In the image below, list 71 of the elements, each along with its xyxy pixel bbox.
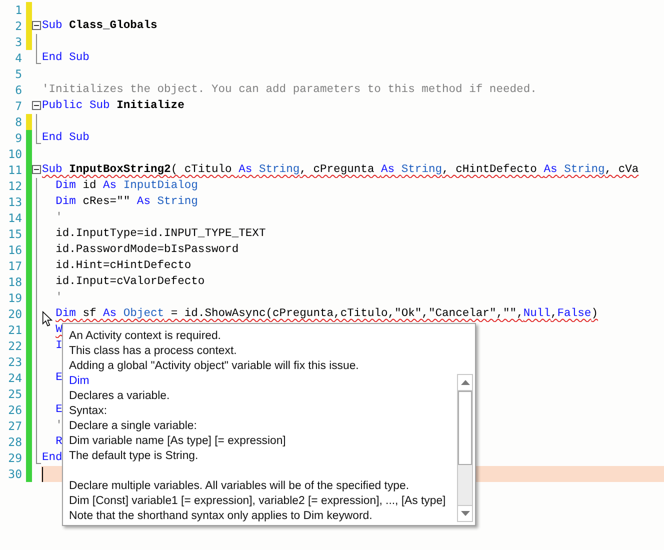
code-line: id.InputType=id.INPUT_TYPE_TEXT (56, 226, 266, 242)
line-number: 7 (14, 98, 22, 114)
code-line: R (56, 435, 62, 450)
tooltip-keyword: Dim (69, 374, 90, 389)
line-number: 14 (7, 210, 22, 226)
line-number: 8 (14, 114, 22, 130)
line-number: 26 (7, 402, 22, 418)
tooltip-text: This class has a process context. (69, 344, 237, 359)
line-number: 5 (14, 66, 22, 82)
code-line: ' (56, 210, 62, 226)
code-line: id.Input=cValorDefecto (56, 274, 205, 290)
line-number: 10 (7, 146, 22, 162)
line-number: 6 (14, 82, 22, 98)
line-number: 21 (7, 322, 22, 338)
tooltip-text: Dim variable name [As type] [= expression] (69, 434, 286, 449)
code-line: id.PasswordMode=bIsPassword (56, 242, 239, 258)
code-line: W (56, 323, 62, 338)
line-number: 23 (7, 354, 22, 370)
line-number: 19 (7, 290, 22, 306)
code-line: 'Initializes the object. You can add parameters to this method if needed. (42, 82, 537, 98)
pointer-icon (42, 311, 52, 327)
line-number: 1 (14, 2, 22, 18)
line-number: 24 (7, 370, 22, 386)
line-number: 3 (14, 34, 22, 50)
code-line: E (56, 403, 62, 418)
collapse-icon[interactable] (32, 165, 41, 174)
tooltip-text: The default type is String. (69, 449, 198, 464)
code-line: End Sub (42, 50, 90, 66)
line-number: 30 (7, 466, 22, 482)
code-line: I (56, 339, 62, 354)
scrollbar[interactable] (457, 374, 473, 522)
tooltip-text: Note that the shorthand syntax only applies to Dim keyword. (69, 509, 372, 524)
line-number: 4 (14, 50, 22, 66)
line-number: 25 (7, 386, 22, 402)
code-line: Sub Class_Globals (42, 18, 158, 34)
code-line: Public Sub Initialize (42, 98, 184, 114)
line-number: 15 (7, 226, 22, 242)
line-number: 13 (7, 194, 22, 210)
line-number: 22 (7, 338, 22, 354)
code-line: Sub InputBoxString2( cTitulo As String, cPregunta As String, cHintDefecto As String, cVa (42, 162, 639, 178)
code-line: id.Hint=cHintDefecto (56, 258, 192, 274)
line-number: 28 (7, 434, 22, 450)
code-line: Dim id As InputDialog (56, 178, 198, 194)
tooltip-text: Declare a single variable: (69, 419, 197, 434)
code-line: ' (56, 290, 62, 306)
tooltip-text: Declare multiple variables. All variables will be of the specified type. (69, 479, 409, 494)
line-number: 18 (7, 274, 22, 290)
tooltip-text: Adding a global "Activity object" variable will fix this issue. (69, 359, 359, 374)
line-number: 20 (7, 306, 22, 322)
line-number: 17 (7, 258, 22, 274)
code-line: End (42, 450, 62, 466)
line-number: 29 (7, 450, 22, 466)
tooltip-text: Syntax: (69, 404, 107, 419)
tooltip-text: Declares a variable. (69, 389, 170, 404)
code-line: Dim sf As Object = id.ShowAsync(cPregunta,cTitulo,"Ok","Cancelar","",Null,False) (56, 306, 598, 322)
collapse-icon[interactable] (32, 101, 41, 110)
code-line: Dim cRes="" As String (56, 194, 198, 210)
line-number: 11 (7, 162, 22, 178)
collapse-icon[interactable] (32, 21, 41, 30)
tooltip-text: Dim [Const] variable1 [= expression], variable2 [= expression], ..., [As type] (69, 494, 446, 509)
line-number: 27 (7, 418, 22, 434)
code-line: End Sub (42, 130, 90, 146)
scroll-thumb[interactable] (458, 391, 472, 465)
line-number: 16 (7, 242, 22, 258)
line-number: 12 (7, 178, 22, 194)
text-caret (42, 466, 43, 482)
code-line: E (56, 371, 62, 386)
line-number: 2 (14, 18, 22, 34)
tooltip-text: An Activity context is required. (69, 329, 221, 344)
line-number: 9 (14, 130, 22, 146)
code-line: ' (56, 418, 62, 434)
